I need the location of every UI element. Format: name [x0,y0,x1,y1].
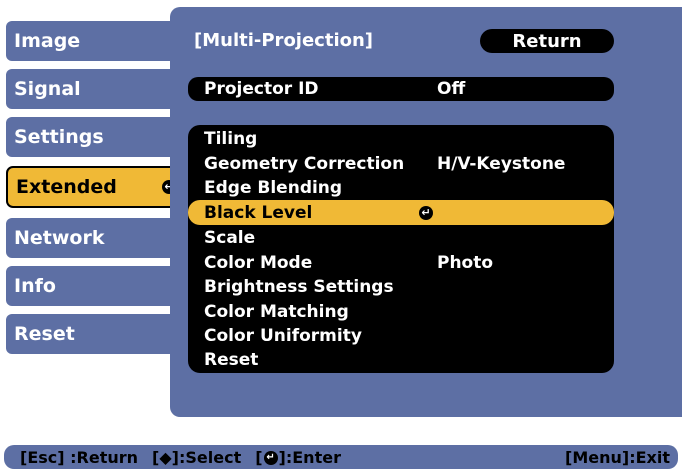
menu-item-brightness-settings[interactable]: Brightness Settings [188,274,614,299]
menu-item-edge-blending[interactable]: Edge Blending [188,175,614,200]
enter-hint-prefix: [ [255,448,263,467]
menu-item-black-level[interactable]: Black Level ↵ [188,200,614,225]
menu-item-label: Black Level [204,203,313,223]
menu-item-color-mode[interactable]: Color Mode Photo [188,250,614,275]
menu-item-geometry-correction[interactable]: Geometry Correction H/V-Keystone [188,151,614,176]
menu-item-label: Color Uniformity [204,326,362,346]
select-hint-prefix: [ [152,448,160,467]
menu-item-label: Color Mode [204,253,313,273]
select-hint: ]:Select [171,448,242,467]
page-title: [Multi-Projection] [194,30,374,51]
menu-item-label: Geometry Correction [204,154,405,174]
enter-icon: ↵ [419,206,433,220]
sidebar-item-signal[interactable]: Signal [6,69,176,109]
sidebar-item-label: Image [14,30,81,52]
menu-item-color-matching[interactable]: Color Matching [188,299,614,324]
sidebar-item-info[interactable]: Info [6,266,176,306]
menu-item-tiling[interactable]: Tiling [188,126,614,151]
sidebar-item-reset[interactable]: Reset [6,314,176,354]
menu-item-value: Photo [437,253,494,273]
sidebar-item-label: Info [14,275,56,297]
up-down-icon: ◆ [159,448,172,467]
projector-id-row[interactable]: Projector ID Off [188,77,614,101]
menu-item-label: Reset [204,350,259,370]
return-button[interactable]: Return [480,29,614,53]
menu-item-label: Edge Blending [204,178,343,198]
menu-item-value: Off [437,79,466,99]
sidebar-item-label: Signal [14,78,81,100]
sidebar-item-label: Extended [16,176,117,198]
menu-item-label: Brightness Settings [204,277,394,297]
sidebar-item-label: Network [14,227,105,249]
menu-item-label: Tiling [204,129,258,149]
menu-item-label: Projector ID [204,79,319,99]
menu-item-label: Color Matching [204,302,349,322]
menu-item-scale[interactable]: Scale [188,225,614,250]
menu-item-value: H/V-Keystone [437,154,566,174]
enter-icon: ↵ [263,450,278,465]
sidebar-item-extended[interactable]: Extended ↵ [6,166,182,208]
esc-hint: [Esc] :Return [20,448,139,467]
sidebar-item-label: Reset [14,323,75,345]
footer-hints: [Esc] :Return [◆]:Select [↵]:Enter [20,448,341,467]
menu-item-color-uniformity[interactable]: Color Uniformity [188,323,614,348]
menu-item-reset[interactable]: Reset [188,347,614,372]
sidebar-item-network[interactable]: Network [6,218,176,258]
exit-hint: [Menu]:Exit [565,448,670,467]
sidebar-item-image[interactable]: Image [6,21,176,61]
sidebar-item-settings[interactable]: Settings [6,117,176,157]
enter-hint: ]:Enter [278,448,341,467]
sidebar-item-label: Settings [14,126,104,148]
menu-item-label: Scale [204,228,256,248]
return-label: Return [512,30,582,52]
